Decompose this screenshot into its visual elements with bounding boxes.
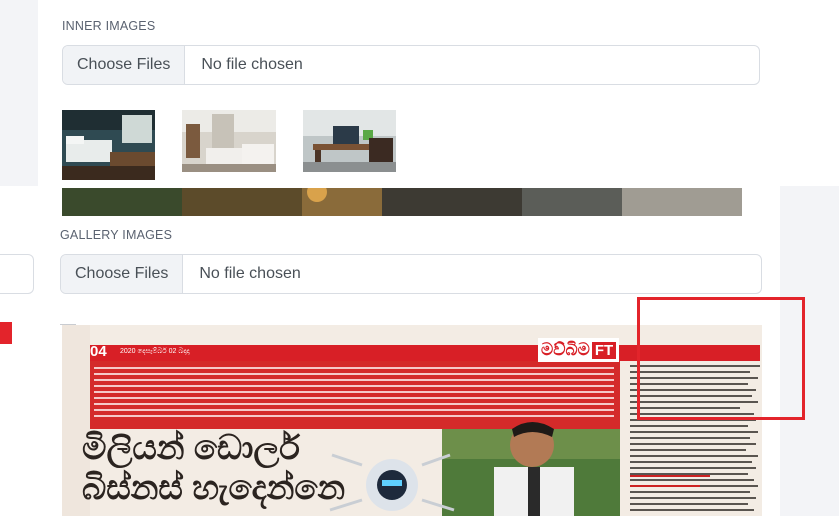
inner-images-label: INNER IMAGES (62, 19, 156, 33)
room-beds-image (182, 110, 276, 172)
partial-input-left (0, 254, 34, 294)
inner-images-file-status: No file chosen (201, 56, 303, 73)
highlight-box (637, 297, 805, 420)
bedroom-thumbnail[interactable] (62, 110, 155, 180)
gallery-images-file-input[interactable]: Choose Files No file chosen (60, 254, 762, 294)
newspaper-brand-badge: FT (591, 341, 617, 359)
newspaper-page-number: 04 (90, 343, 107, 360)
inner-images-file-input[interactable]: Choose Files No file chosen (62, 45, 760, 85)
left-red-marker (0, 322, 12, 344)
newspaper-headline-line2: බිස්නස් හැදෙන්නෙ (82, 469, 346, 507)
office-desk-thumbnail[interactable] (303, 110, 396, 172)
room-beds-thumbnail[interactable] (182, 110, 276, 172)
gallery-images-file-status: No file chosen (199, 265, 301, 282)
newspaper-brand-logo: මව්බිම FT (538, 338, 620, 362)
background-photo-strip (62, 188, 742, 216)
office-desk-image (303, 110, 396, 172)
bedroom-image (62, 110, 155, 180)
gallery-images-choose-button[interactable]: Choose Files (61, 255, 184, 293)
inner-images-choose-button[interactable]: Choose Files (63, 46, 186, 84)
gallery-images-label: GALLERY IMAGES (60, 228, 173, 242)
newspaper-headline-line1: මිලියන් ඩොලර් (82, 429, 300, 467)
newspaper-date-line: 2020 දෙසැම්බර් 02 බදාදා (120, 348, 190, 355)
left-panel-gutter (0, 0, 38, 186)
newspaper-brand: මව්බිම (541, 340, 590, 359)
